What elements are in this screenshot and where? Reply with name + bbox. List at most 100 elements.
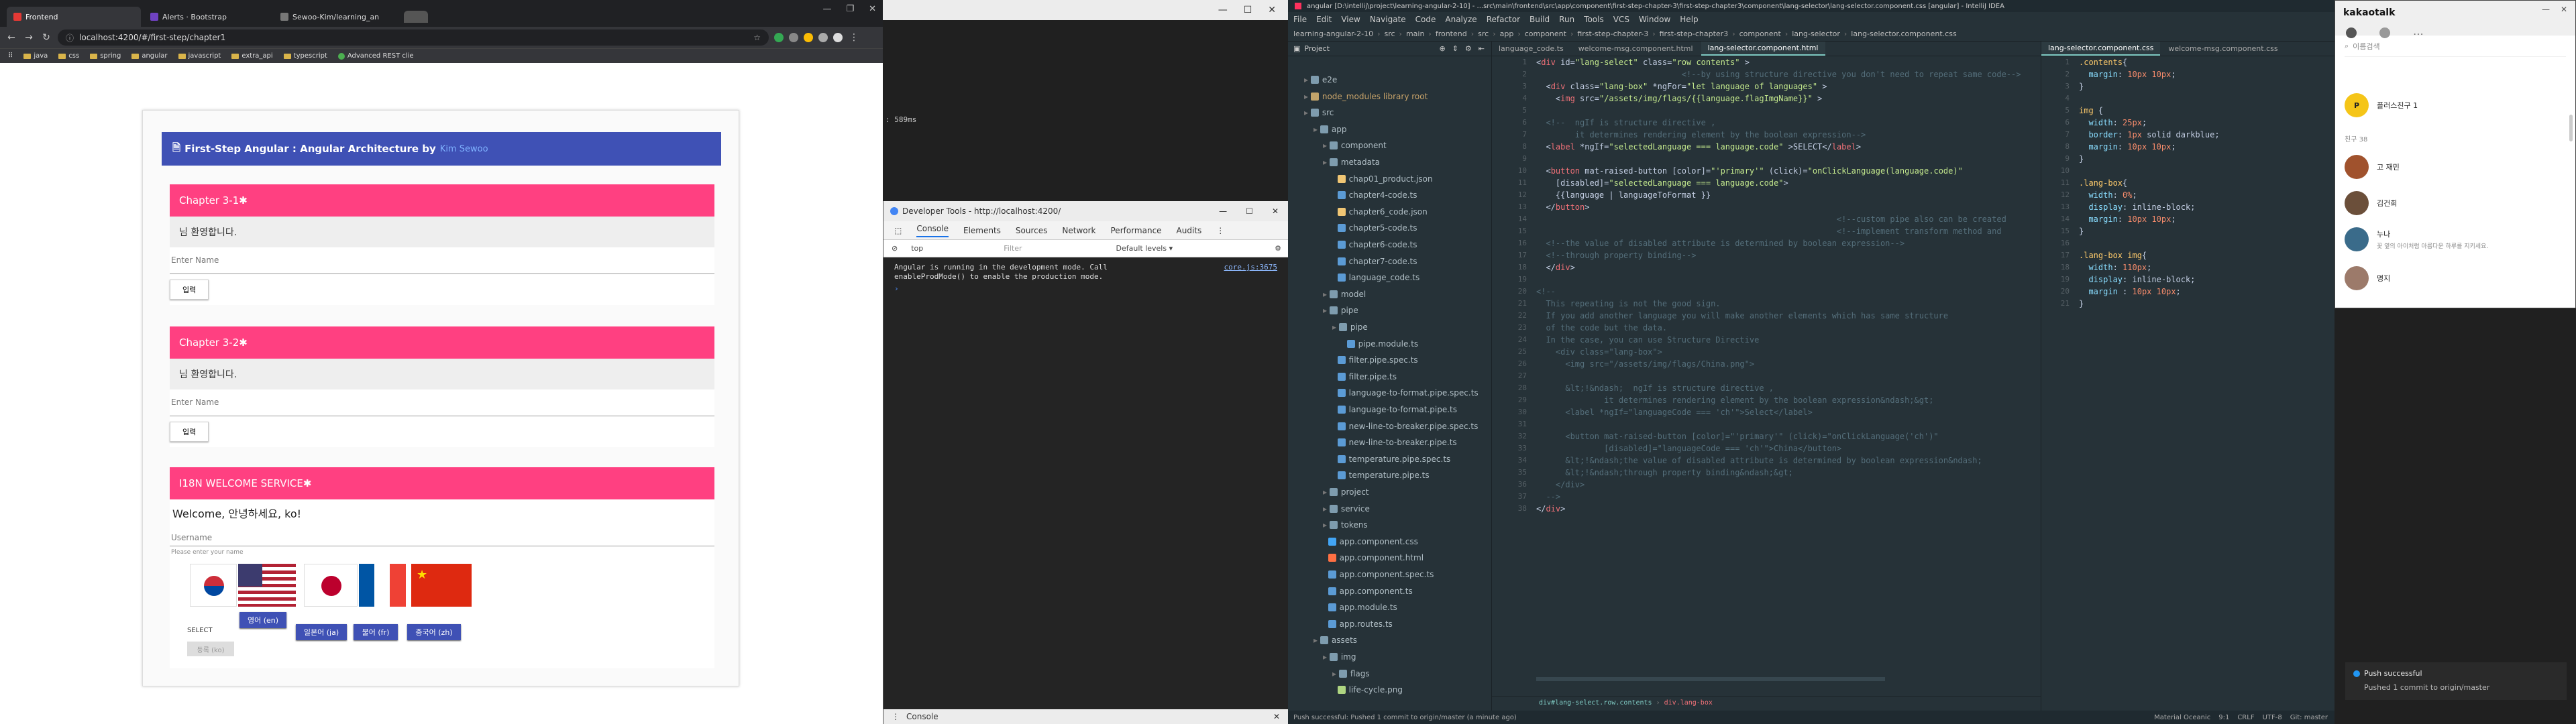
expand-arrow-icon[interactable]: ▸ — [1323, 141, 1330, 150]
editor-tab[interactable]: welcome-msg.component.html — [1572, 42, 1700, 56]
menu-refactor[interactable]: Refactor — [1487, 15, 1520, 24]
friend-row[interactable]: 누나 꽃 옆의 아이처럼 아름다운 하루를 지키세요. — [2345, 227, 2488, 251]
collapse-icon[interactable]: ⇕ — [1452, 44, 1458, 53]
close-icon[interactable]: ✕ — [869, 4, 876, 14]
menu-help[interactable]: Help — [1680, 15, 1698, 24]
menu-run[interactable]: Run — [1559, 15, 1574, 24]
tree-item[interactable]: app.component.spec.ts — [1288, 567, 1489, 582]
tab-network[interactable]: Network — [1062, 226, 1095, 235]
expand-arrow-icon[interactable]: ▸ — [1313, 125, 1320, 134]
settings-icon[interactable]: ⚙ — [1275, 244, 1281, 253]
tree-item[interactable]: ▸ service — [1288, 501, 1489, 516]
filter-input[interactable]: Filter — [1004, 244, 1022, 253]
tree-item[interactable]: ▸ src — [1288, 105, 1489, 120]
expand-arrow-icon[interactable]: ▸ — [1323, 652, 1330, 662]
code-area[interactable]: <div id="lang-select" class="row content… — [1536, 56, 2021, 515]
menu-navigate[interactable]: Navigate — [1370, 15, 1406, 24]
expand-arrow-icon[interactable]: ▸ — [1323, 504, 1330, 514]
breadcrumb-item[interactable]: component — [1525, 29, 1566, 38]
code-area[interactable]: .contents{ margin: 10px 10px;} img { wid… — [2079, 56, 2220, 310]
bookmark-extra-api[interactable]: extra_api — [231, 52, 273, 60]
tree-item[interactable]: app.module.ts — [1288, 600, 1489, 615]
maximize-icon[interactable]: ☐ — [1244, 5, 1252, 15]
breadcrumb-item[interactable]: lang-selector.component.css — [1851, 29, 1956, 38]
clear-icon[interactable]: ⊘ — [892, 244, 898, 253]
breadcrumb-item[interactable]: src — [1478, 29, 1489, 38]
lang-button-fr[interactable]: 불어 (fr) — [354, 624, 398, 640]
tree-item[interactable]: ▸ tokens — [1288, 518, 1489, 532]
breadcrumb-item[interactable]: lang-selector — [1792, 29, 1840, 38]
friends-icon[interactable] — [2346, 27, 2357, 38]
friend-row[interactable]: 고 재민 — [2345, 155, 2400, 179]
expand-arrow-icon[interactable]: ▸ — [1323, 158, 1330, 167]
breadcrumb-item[interactable]: app — [1500, 29, 1514, 38]
editor-tab[interactable]: welcome-msg.component.css — [2161, 42, 2284, 56]
tree-item[interactable]: chapter6_code.json — [1288, 204, 1489, 219]
tree-item[interactable]: ▸ app — [1288, 122, 1489, 137]
expand-arrow-icon[interactable]: ▸ — [1323, 306, 1330, 315]
tree-item[interactable]: ▸ component — [1288, 138, 1489, 153]
friend-row[interactable]: 명지 — [2345, 266, 2390, 290]
profile-icon[interactable] — [833, 33, 843, 42]
cursor-position[interactable]: 9:1 — [2218, 714, 2229, 721]
star-icon[interactable]: ☆ — [753, 33, 761, 42]
levels-select[interactable]: Default levels ▾ — [1116, 244, 1173, 253]
lang-button-en[interactable]: 영어 (en) — [239, 612, 286, 628]
tree-item[interactable]: pipe.module.ts — [1288, 337, 1489, 351]
tree-item[interactable]: chapter4-code.ts — [1288, 188, 1489, 202]
expand-arrow-icon[interactable]: ▸ — [1304, 108, 1311, 117]
tree-item[interactable]: ▸ metadata — [1288, 155, 1489, 170]
console-source-link[interactable]: core.js:3675 — [1224, 263, 1277, 282]
file-encoding[interactable]: UTF-8 — [2263, 714, 2282, 721]
bookmark-javascript[interactable]: javascript — [178, 52, 221, 60]
new-tab-button[interactable] — [404, 11, 428, 23]
sync-icon[interactable]: ⊕ — [1439, 44, 1445, 53]
hide-icon[interactable]: ⇤ — [1479, 44, 1485, 53]
project-label[interactable]: Project — [1304, 44, 1330, 53]
tree-item[interactable]: chapter7-code.ts — [1288, 254, 1489, 269]
tree-item[interactable]: ▸ flags — [1288, 666, 1489, 681]
submit-button[interactable]: 입력 — [170, 422, 209, 442]
scrollbar[interactable] — [2569, 115, 2573, 141]
username-field[interactable]: Username — [170, 526, 714, 546]
menu-vcs[interactable]: VCS — [1613, 15, 1629, 24]
menu-edit[interactable]: Edit — [1316, 15, 1332, 24]
tree-item[interactable]: ▸ img — [1288, 650, 1489, 664]
menu-view[interactable]: View — [1341, 15, 1360, 24]
menu-build[interactable]: Build — [1529, 15, 1550, 24]
name-field[interactable]: Enter Name — [170, 247, 714, 274]
tree-item[interactable]: new-line-to-breaker.pipe.spec.ts — [1288, 419, 1489, 434]
tab-sources[interactable]: Sources — [1016, 226, 1047, 235]
tab-frontend[interactable]: Frontend — [7, 7, 141, 27]
tree-item[interactable]: ▸ e2e — [1288, 72, 1489, 87]
extension-icon[interactable] — [774, 33, 784, 42]
tree-item[interactable]: ▸ node_modules library root — [1288, 89, 1489, 104]
tree-item[interactable]: ▸ pipe — [1288, 303, 1489, 318]
tree-item[interactable]: app.component.css — [1288, 534, 1489, 549]
horizontal-scrollbar[interactable] — [1536, 677, 1885, 681]
expand-arrow-icon[interactable]: ▸ — [1323, 520, 1330, 530]
tree-item[interactable]: chapter6-code.ts — [1288, 237, 1489, 252]
tree-item[interactable]: ▸ model — [1288, 287, 1489, 302]
tree-item[interactable]: ▸ pipe — [1288, 320, 1489, 335]
bookmark-spring[interactable]: spring — [90, 52, 121, 60]
apps-icon[interactable]: ⠿ — [8, 52, 13, 60]
extension-icon[interactable] — [804, 33, 813, 42]
bookmark-java[interactable]: java — [23, 52, 48, 60]
expand-arrow-icon[interactable]: ▸ — [1304, 75, 1311, 84]
maximize-icon[interactable]: ☐ — [1246, 206, 1253, 216]
tree-item[interactable]: chapter5-code.ts — [1288, 221, 1489, 235]
tree-item[interactable]: app.component.ts — [1288, 584, 1489, 599]
breadcrumb-item[interactable]: first-step-chapter3 — [1660, 29, 1729, 38]
menu-analyze[interactable]: Analyze — [1445, 15, 1477, 24]
breadcrumb-item[interactable]: component — [1739, 29, 1781, 38]
expand-arrow-icon[interactable]: ▸ — [1323, 290, 1330, 299]
breadcrumb-item[interactable]: first-step-chapter-3 — [1577, 29, 1648, 38]
back-icon[interactable]: ← — [5, 32, 17, 43]
minimize-icon[interactable]: — — [2542, 5, 2550, 14]
tree-item[interactable]: filter.pipe.spec.ts — [1288, 353, 1489, 367]
tab-console[interactable]: Console — [916, 224, 949, 237]
path-item[interactable]: div.lang-box — [1664, 699, 1713, 707]
minimize-icon[interactable]: — — [1219, 206, 1227, 216]
submit-button[interactable]: 입력 — [170, 280, 209, 300]
